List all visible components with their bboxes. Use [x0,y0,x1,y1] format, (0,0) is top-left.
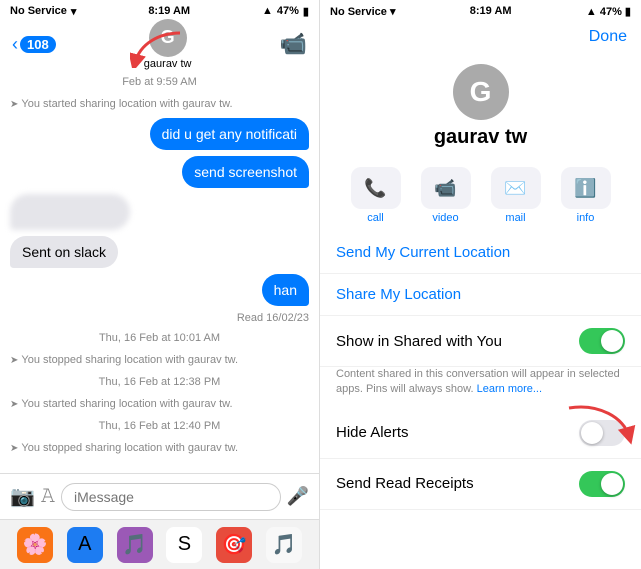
contact-name-large: gaurav tw [434,126,527,149]
send-read-receipts-item[interactable]: Send Read Receipts [320,459,641,510]
system-msg-location2: ➤ You stopped sharing location with gaur… [10,352,309,368]
learn-more-link[interactable]: Learn more... [477,383,542,395]
show-shared-toggle[interactable] [579,328,625,354]
video-icon: 📹 [421,167,471,209]
status-bar-right: No Service ▾ 8:19 AM ▲ 47% ▮ [320,0,641,22]
left-status-group: No Service ▾ [10,5,76,18]
dock-appstore[interactable]: A [67,527,103,563]
show-shared-item[interactable]: Show in Shared with You [320,316,641,367]
read-label: Read 16/02/23 [237,312,309,324]
share-location-item[interactable]: Share My Location [320,274,641,316]
bottom-dock: 🌸 A 🎵 S 🎯 🎵 [0,519,319,569]
messages-area[interactable]: Feb at 9:59 AM ➤ You started sharing loc… [0,66,319,473]
signal-icon: ▲ [262,5,273,17]
call-label: call [367,212,384,224]
hide-alerts-right [579,420,625,446]
send-location-label: Send My Current Location [336,244,510,261]
right-signal-icon: ▲ [586,6,597,18]
right-status-group: ▲ 47% ▮ [262,5,309,18]
system-msg-date2: Thu, 16 Feb at 10:01 AM [10,330,309,346]
bubble-han: han [262,274,309,306]
avatar-small: G [149,19,187,57]
input-bar: 📷 𝙰 🎤 [0,473,319,519]
time-label-left: 8:19 AM [148,5,190,17]
dock-unknown[interactable]: 🎯 [216,527,252,563]
system-msg-date4: Thu, 16 Feb at 12:40 PM [10,418,309,434]
hide-alerts-wrapper: Hide Alerts [320,408,641,459]
nav-bar-left: ‹ 108 G gaurav tw 📹 [0,22,319,66]
right-carrier-group: No Service ▾ [330,5,395,18]
info-action[interactable]: ℹ️ info [561,167,611,224]
right-wifi-icon: ▾ [390,6,396,18]
video-action[interactable]: 📹 video [421,167,471,224]
mail-label: mail [505,212,525,224]
right-battery-group: ▲ 47% ▮ [586,5,631,18]
apps-icon[interactable]: 𝙰 [41,485,55,508]
location-icon2: ➤ [10,355,18,366]
back-button[interactable]: ‹ 108 [12,34,56,55]
right-top-bar: Done [320,22,641,58]
right-battery-icon: ▮ [625,6,631,18]
bubble-screenshot: send screenshot [182,156,309,188]
wifi-icon: ▾ [71,5,77,18]
show-shared-label: Show in Shared with You [336,333,502,350]
battery-label-left: 47% [277,5,299,17]
shared-sublabel: Content shared in this conversation will… [320,367,641,408]
camera-icon[interactable]: 📷 [10,484,35,509]
hide-alerts-label: Hide Alerts [336,424,409,441]
toggle-knob-hide [581,422,603,444]
info-label: info [577,212,595,224]
bubble-notificati: did u get any notificati [150,118,309,150]
share-location-label: Share My Location [336,286,461,303]
location-arrow-icon: ➤ [10,99,18,110]
back-badge[interactable]: 108 [20,36,56,53]
carrier-label: No Service [10,5,67,17]
send-read-receipts-toggle[interactable] [579,471,625,497]
left-panel: No Service ▾ 8:19 AM ▲ 47% ▮ ‹ 108 G gau… [0,0,320,569]
location-icon3: ➤ [10,399,18,410]
bubble-blurred [10,194,130,230]
right-time: 8:19 AM [470,5,512,17]
toggle-knob-read [601,473,623,495]
hide-alerts-toggle[interactable] [579,420,625,446]
toggle-knob-shared [601,330,623,352]
dock-photos[interactable]: 🌸 [17,527,53,563]
contact-header: G gaurav tw [320,58,641,159]
done-button[interactable]: Done [589,28,627,52]
system-msg-location1: ➤ You started sharing location with gaur… [10,96,309,112]
send-location-item[interactable]: Send My Current Location [320,232,641,274]
dock-podcasts[interactable]: 🎵 [117,527,153,563]
video-label: video [432,212,458,224]
mail-icon: ✉️ [491,167,541,209]
info-icon: ℹ️ [561,167,611,209]
right-panel: No Service ▾ 8:19 AM ▲ 47% ▮ Done G gaur… [320,0,641,569]
action-buttons: 📞 call 📹 video ✉️ mail ℹ️ info [320,159,641,232]
call-icon: 📞 [351,167,401,209]
imessage-input[interactable] [61,483,281,511]
settings-list: Send My Current Location Share My Locati… [320,232,641,569]
battery-icon: ▮ [303,5,309,18]
dock-shazam[interactable]: S [166,527,202,563]
mail-action[interactable]: ✉️ mail [491,167,541,224]
call-action[interactable]: 📞 call [351,167,401,224]
avatar-large: G [453,64,509,120]
nav-center[interactable]: G gaurav tw [144,19,192,70]
back-chevron-icon: ‹ [12,34,18,55]
system-msg-location3: ➤ You started sharing location with gaur… [10,396,309,412]
bubble-sent-on-slack: Sent on slack [10,236,118,268]
right-battery: 47% [600,6,622,18]
hide-alerts-item[interactable]: Hide Alerts [320,408,641,459]
send-read-receipts-label: Send Read Receipts [336,475,474,492]
system-msg-location4: ➤ You stopped sharing location with gaur… [10,440,309,456]
video-call-button[interactable]: 📹 [280,31,307,57]
location-icon4: ➤ [10,443,18,454]
dock-music[interactable]: 🎵 [266,527,302,563]
system-msg-date3: Thu, 16 Feb at 12:38 PM [10,374,309,390]
system-msg-date: Feb at 9:59 AM [10,74,309,90]
right-carrier: No Service [330,6,387,18]
mic-icon[interactable]: 🎤 [287,486,309,507]
